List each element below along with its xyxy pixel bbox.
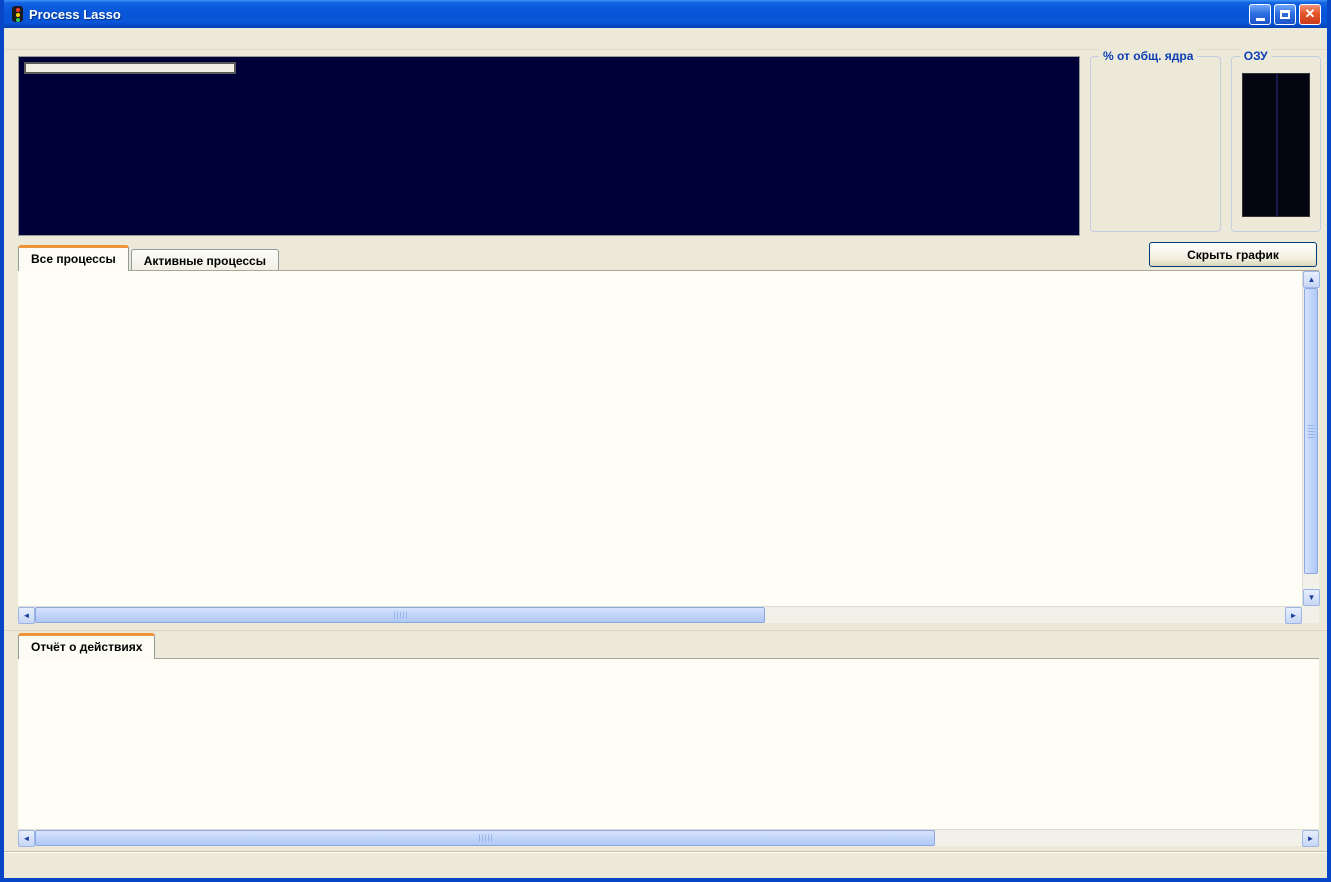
ram-meter xyxy=(1241,73,1310,217)
process-table-vscrollbar[interactable]: ▲ ▼ xyxy=(1302,271,1320,606)
cpu-cores-title: % от общ. ядра xyxy=(1099,49,1198,63)
process-table: ▲ ▼ ◄ ► xyxy=(18,270,1320,624)
scroll-down-arrow-icon[interactable]: ▼ xyxy=(1303,589,1320,606)
scroll-right-arrow-icon[interactable]: ► xyxy=(1302,830,1319,847)
log-table-viewport xyxy=(18,659,1319,829)
scroll-right-arrow-icon[interactable]: ► xyxy=(1285,607,1302,624)
title-bar[interactable]: Process Lasso ✕ xyxy=(4,0,1327,28)
process-tabs-row: Все процессы Активные процессы Скрыть гр… xyxy=(4,240,1327,271)
log-tabs-row: Отчёт о действиях xyxy=(18,631,1319,659)
process-table-hscrollbar[interactable]: ◄ ► xyxy=(18,606,1302,624)
process-lasso-window: Process Lasso ✕ % от общ. ядра ОЗУ Все п… xyxy=(0,0,1331,882)
close-button[interactable]: ✕ xyxy=(1299,3,1321,25)
vscroll-thumb[interactable] xyxy=(1304,288,1318,574)
app-icon-traffic-light xyxy=(12,6,23,22)
hscroll-thumb[interactable] xyxy=(35,607,765,623)
status-bar xyxy=(4,852,1327,878)
cpu-cores-panel: % от общ. ядра xyxy=(1090,49,1221,232)
splitter[interactable] xyxy=(4,623,1327,631)
log-section: Отчёт о действиях ◄ ► xyxy=(18,631,1319,847)
window-title: Process Lasso xyxy=(29,6,121,22)
ram-panel: ОЗУ xyxy=(1230,49,1321,232)
maximize-button[interactable] xyxy=(1274,3,1296,25)
tab-action-log[interactable]: Отчёт о действиях xyxy=(18,633,156,659)
ram-title: ОЗУ xyxy=(1239,49,1272,63)
minimize-button[interactable] xyxy=(1249,3,1271,25)
hide-graph-button[interactable]: Скрыть график xyxy=(1149,242,1317,267)
graph-row: % от общ. ядра ОЗУ xyxy=(4,49,1327,240)
scroll-up-arrow-icon[interactable]: ▲ xyxy=(1303,271,1320,288)
tab-all-processes[interactable]: Все процессы xyxy=(18,245,129,271)
graph-legend xyxy=(24,62,236,74)
tab-active-processes[interactable]: Активные процессы xyxy=(130,249,279,271)
scrollbar-corner xyxy=(1302,606,1319,623)
performance-graph xyxy=(18,56,1080,236)
scroll-left-arrow-icon[interactable]: ◄ xyxy=(18,830,35,847)
scroll-left-arrow-icon[interactable]: ◄ xyxy=(18,607,35,624)
log-hscrollbar[interactable]: ◄ ► xyxy=(18,829,1319,847)
menu-bar xyxy=(4,28,1327,50)
log-hscroll-thumb[interactable] xyxy=(35,830,935,846)
log-table: ◄ ► xyxy=(18,658,1319,847)
process-table-viewport xyxy=(18,271,1302,606)
